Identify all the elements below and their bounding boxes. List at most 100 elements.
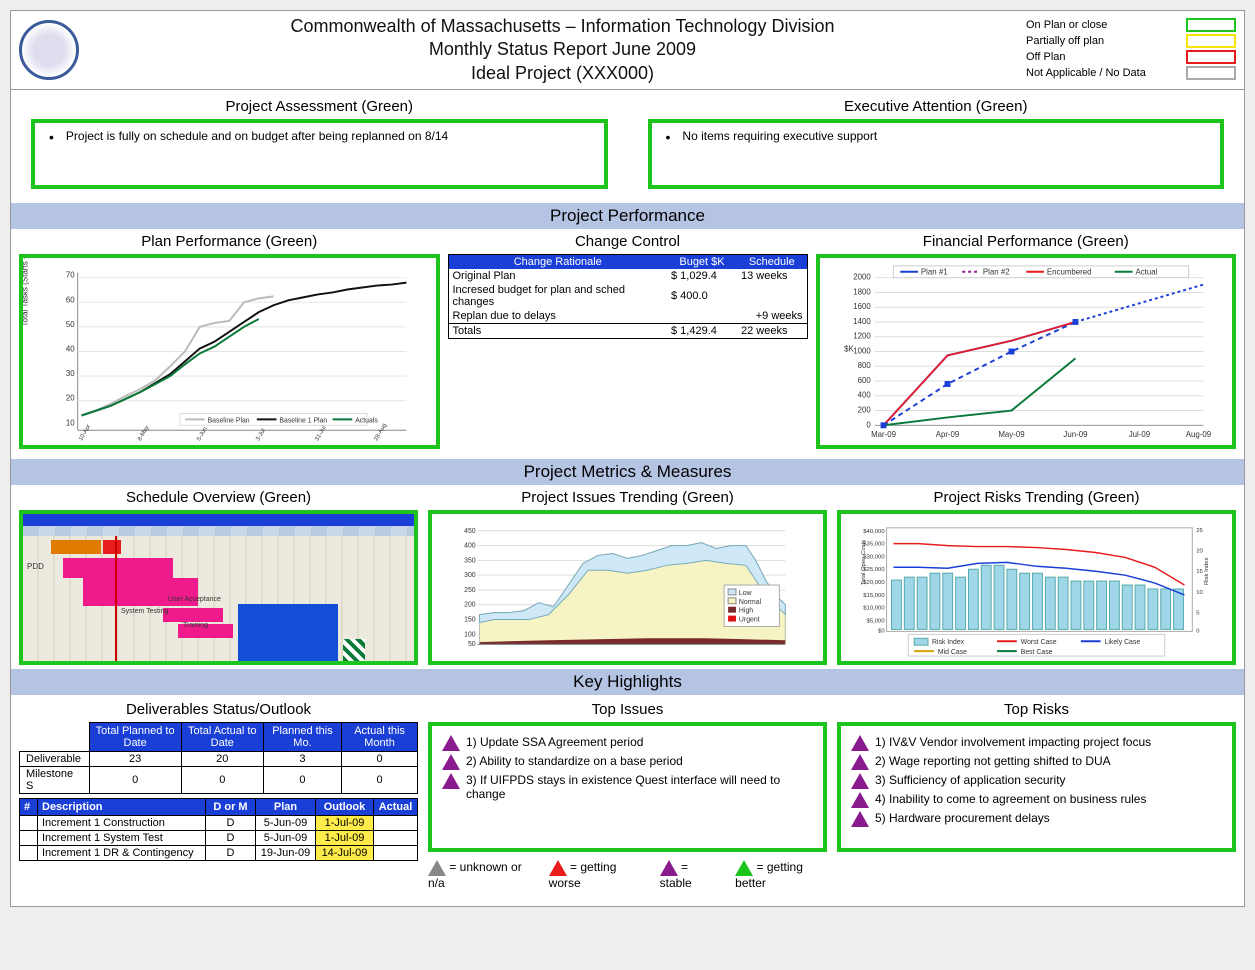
title-line-2: Monthly Status Report June 2009 <box>99 38 1026 61</box>
table-row: Milestone S 0 0 0 0 <box>20 767 418 794</box>
table-row: Incresed budget for plan and sched chang… <box>448 283 807 309</box>
svg-text:Risk Index: Risk Index <box>932 639 965 646</box>
list-item: 2) Wage reporting not getting shifted to… <box>851 754 1222 770</box>
risks-trend-title: Project Risks Trending (Green) <box>837 489 1236 506</box>
svg-text:28-Aug: 28-Aug <box>373 423 388 442</box>
svg-text:70: 70 <box>66 271 75 280</box>
change-control-title: Change Control <box>448 233 808 250</box>
svg-text:100: 100 <box>464 631 476 638</box>
exec-title: Executive Attention (Green) <box>648 98 1225 115</box>
triangle-icon <box>851 773 869 789</box>
svg-text:May-09: May-09 <box>998 430 1024 439</box>
svg-text:$10,000: $10,000 <box>863 606 885 612</box>
schedule-gantt: PDD System Testing User Acceptance Train… <box>19 510 418 665</box>
svg-text:40: 40 <box>66 345 75 354</box>
svg-text:50: 50 <box>66 320 75 329</box>
highlights-row: Deliverables Status/Outlook Total Planne… <box>11 695 1244 906</box>
svg-text:2000: 2000 <box>853 273 871 282</box>
svg-text:$15,000: $15,000 <box>863 593 885 599</box>
schedule-title: Schedule Overview (Green) <box>19 489 418 506</box>
top-issues-title: Top Issues <box>428 701 827 718</box>
svg-text:Plan #1: Plan #1 <box>920 268 947 277</box>
legend-partial: Partially off plan <box>1026 35 1104 47</box>
triangle-icon <box>851 811 869 827</box>
svg-text:60: 60 <box>66 295 75 304</box>
svg-text:1400: 1400 <box>853 317 871 326</box>
svg-text:Risk Index: Risk Index <box>1204 558 1210 586</box>
svg-text:Likely Case: Likely Case <box>1105 639 1141 646</box>
swatch-red <box>1186 50 1236 64</box>
status-legend: On Plan or close Partially off plan Off … <box>1026 18 1236 82</box>
list-item: 3) Sufficiency of application security <box>851 773 1222 789</box>
issues-trend-title: Project Issues Trending (Green) <box>428 489 827 506</box>
svg-text:400: 400 <box>857 391 871 400</box>
svg-text:25: 25 <box>1196 528 1203 534</box>
svg-text:$5,000: $5,000 <box>867 619 886 625</box>
svg-text:Plan #2: Plan #2 <box>982 268 1009 277</box>
legend-na: Not Applicable / No Data <box>1026 67 1146 79</box>
performance-row: Plan Performance (Green) 706050 403020 1… <box>11 229 1244 455</box>
financial-performance-chart: 200018001600 140012001000 800600400 2000… <box>816 254 1237 449</box>
svg-text:20: 20 <box>1196 549 1203 555</box>
plan-perf-title: Plan Performance (Green) <box>19 233 440 250</box>
table-row: Original Plan$ 1,029.413 weeks <box>448 269 807 283</box>
svg-text:Worst Case: Worst Case <box>1021 639 1057 646</box>
svg-text:$0: $0 <box>878 629 885 635</box>
assessment-row: Project Assessment (Green) Project is fu… <box>11 90 1244 199</box>
list-item: 5) Hardware procurement delays <box>851 811 1222 827</box>
svg-text:Best Case: Best Case <box>1021 649 1053 656</box>
risks-trending-chart: $40,000$35,000$30,000 $25,000$20,000$15,… <box>837 510 1236 665</box>
svg-text:Apr-09: Apr-09 <box>935 430 959 439</box>
svg-text:Actuals: Actuals <box>355 418 378 425</box>
svg-text:5-Jun: 5-Jun <box>196 426 209 442</box>
assessment-title: Project Assessment (Green) <box>31 98 608 115</box>
legend-on-plan: On Plan or close <box>1026 19 1107 31</box>
svg-text:$K: $K <box>844 345 854 354</box>
plan-performance-chart: 706050 403020 10 <box>19 254 440 449</box>
svg-text:150: 150 <box>464 617 476 624</box>
deliverables-title: Deliverables Status/Outlook <box>19 701 418 718</box>
svg-text:200: 200 <box>857 406 871 415</box>
svg-text:10-Apr: 10-Apr <box>78 424 92 442</box>
svg-text:Low: Low <box>739 590 752 597</box>
deliverables-detail-table: # Description D or M Plan Outlook Actual… <box>19 798 418 861</box>
svg-text:Mar-09: Mar-09 <box>871 430 896 439</box>
svg-text:Total Open Costs: Total Open Costs <box>861 540 867 585</box>
exec-box: No items requiring executive support <box>648 119 1225 189</box>
band-highlights: Key Highlights <box>11 669 1244 695</box>
svg-text:400: 400 <box>464 543 476 550</box>
list-item: 3) If UIFPDS stays in existence Quest in… <box>442 773 813 801</box>
trend-legend: = unknown or n/a = getting worse = stabl… <box>428 860 827 890</box>
triangle-icon <box>428 860 446 876</box>
svg-text:Jul-09: Jul-09 <box>1128 430 1149 439</box>
list-item: 1) IV&V Vendor involvement impacting pro… <box>851 735 1222 751</box>
svg-text:0: 0 <box>866 420 871 429</box>
svg-text:Mid Case: Mid Case <box>938 649 967 656</box>
svg-text:1200: 1200 <box>853 332 871 341</box>
svg-text:450: 450 <box>464 528 476 535</box>
top-risks-box: 1) IV&V Vendor involvement impacting pro… <box>837 722 1236 852</box>
svg-text:Actual: Actual <box>1135 268 1157 277</box>
svg-text:10: 10 <box>1196 590 1203 596</box>
change-control-table: Change Rationale Buget $K Schedule Origi… <box>448 254 808 339</box>
triangle-icon <box>851 754 869 770</box>
fin-perf-title: Financial Performance (Green) <box>816 233 1237 250</box>
list-item: 2) Ability to standardize on a base peri… <box>442 754 813 770</box>
svg-text:Baseline 1 Plan: Baseline 1 Plan <box>279 418 327 425</box>
svg-text:5: 5 <box>1196 611 1200 617</box>
status-report-page: Commonwealth of Massachusetts – Informat… <box>10 10 1245 907</box>
svg-text:15: 15 <box>1196 569 1203 575</box>
svg-text:1600: 1600 <box>853 302 871 311</box>
triangle-icon <box>549 860 567 876</box>
report-header: Commonwealth of Massachusetts – Informat… <box>11 11 1244 90</box>
svg-text:Baseline Plan: Baseline Plan <box>208 418 250 425</box>
exec-item: No items requiring executive support <box>662 129 1211 145</box>
svg-text:Jun-09: Jun-09 <box>1063 430 1087 439</box>
triangle-icon <box>442 773 460 789</box>
svg-text:High: High <box>739 608 753 615</box>
svg-text:8-May: 8-May <box>137 425 150 442</box>
svg-text:$40,000: $40,000 <box>863 529 885 535</box>
table-row: Totals$ 1,429.422 weeks <box>448 324 807 339</box>
svg-text:50: 50 <box>468 641 476 648</box>
metrics-row: Schedule Overview (Green) PDD System Tes… <box>11 485 1244 665</box>
